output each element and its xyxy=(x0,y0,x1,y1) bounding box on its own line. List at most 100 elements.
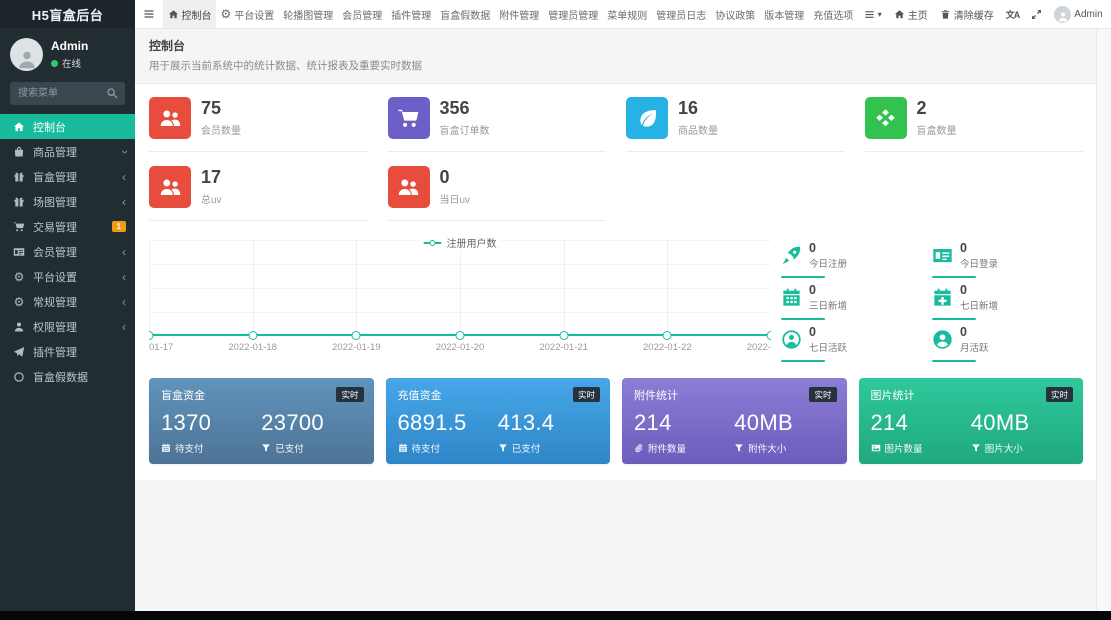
sidebar-item-blindbox[interactable]: 盲盒管理 ‹ xyxy=(0,164,135,189)
sidebar: H5盲盒后台 Admin 在线 控制台 商品管理 ‹ 盲盒管 xyxy=(0,0,135,620)
user-panel: Admin 在线 xyxy=(0,28,135,79)
mini-stats: 0今日注册 0今日登录 0三日新增 xyxy=(771,235,1083,362)
sidebar-item-label: 场图管理 xyxy=(33,194,77,210)
sidebar-item-label: 平台设置 xyxy=(33,269,77,285)
sidebar-item-trade[interactable]: 交易管理 1 xyxy=(0,214,135,239)
sidebar-item-permissions[interactable]: 权限管理 ‹ xyxy=(0,314,135,339)
list-icon xyxy=(864,9,875,20)
admin-app: H5盲盒后台 Admin 在线 控制台 商品管理 ‹ 盲盒管 xyxy=(0,0,1111,620)
chart-legend-item[interactable]: 注册用户数 xyxy=(420,235,501,250)
cart-icon xyxy=(12,221,26,233)
menu-search xyxy=(10,82,125,105)
user-name: Admin xyxy=(51,39,88,55)
sidebar-item-plugins[interactable]: 插件管理 xyxy=(0,339,135,364)
tab-plugins[interactable]: 插件管理 xyxy=(387,0,436,28)
sidebar-item-general[interactable]: ⚙ 常规管理 ‹ xyxy=(0,289,135,314)
chevron-left-icon: ‹ xyxy=(122,271,126,283)
stat-value: 0 xyxy=(440,168,471,188)
online-dot-icon xyxy=(51,60,58,67)
sidebar-item-dashboard[interactable]: 控制台 xyxy=(0,114,135,139)
fund-card-images: 图片统计 实时 214 图片数量 40MB 图片大小 xyxy=(859,378,1084,464)
fund-value: 23700 xyxy=(261,410,361,435)
id-card-icon xyxy=(12,246,26,258)
tab-agreements[interactable]: 协议政策 xyxy=(711,0,760,28)
fund-value: 214 xyxy=(871,410,971,435)
funnel-icon xyxy=(498,443,508,453)
tab-attachments[interactable]: 附件管理 xyxy=(495,0,544,28)
menu-icon xyxy=(143,8,155,20)
fund-value: 40MB xyxy=(734,410,834,435)
line-marker-icon xyxy=(424,242,442,244)
mini-stat-3day-new: 0三日新增 xyxy=(781,281,932,320)
tab-versions[interactable]: 版本管理 xyxy=(760,0,809,28)
stats-row-1: 75会员数量 356盲盒订单数 16商品数量 2盲盒数量 xyxy=(149,97,1083,152)
tab-admin-logs[interactable]: 管理员日志 xyxy=(652,0,711,28)
page-subtitle: 用于展示当前系统中的统计数据、统计报表及重要实时数据 xyxy=(149,58,1083,73)
tab-admins[interactable]: 管理员管理 xyxy=(544,0,603,28)
stat-value: 17 xyxy=(201,168,222,188)
tabs-dropdown-button[interactable]: ▾ xyxy=(858,0,888,28)
stat-orders: 356盲盒订单数 xyxy=(388,97,607,152)
id-card-icon xyxy=(932,245,953,266)
bottom-bar xyxy=(0,611,1111,620)
search-icon xyxy=(106,87,118,99)
stat-value: 75 xyxy=(201,99,241,119)
page-header: 控制台 用于展示当前系统中的统计数据、统计报表及重要实时数据 xyxy=(135,29,1097,83)
home-button[interactable]: 主页 xyxy=(888,0,934,28)
sidebar-item-platform-settings[interactable]: ⚙ 平台设置 ‹ xyxy=(0,264,135,289)
chart-legend-label: 注册用户数 xyxy=(447,235,497,250)
navbar-controls: ▾ 主页 清除缓存 文A Admin ⚙ xyxy=(858,0,1111,28)
sidebar-item-goods[interactable]: 商品管理 ‹ xyxy=(0,139,135,164)
fullscreen-button[interactable] xyxy=(1025,0,1048,28)
trash-icon xyxy=(940,9,951,20)
tab-carousel[interactable]: 轮播图管理 xyxy=(279,0,338,28)
box-icon xyxy=(865,97,907,139)
mini-stat-underline xyxy=(781,276,825,278)
fund-card-blindbox: 盲盒资金 实时 1370 待支付 23700 已支付 xyxy=(149,378,374,464)
fund-label: 已支付 xyxy=(275,441,304,455)
fund-label: 附件大小 xyxy=(748,441,786,455)
user-status: 在线 xyxy=(62,56,81,70)
translate-icon: 文A xyxy=(1006,8,1020,21)
gear-icon: ⚙ xyxy=(12,296,26,308)
fullscreen-icon xyxy=(1031,9,1042,20)
realtime-badge: 实时 xyxy=(336,387,363,402)
home-icon xyxy=(168,9,179,20)
sidebar-item-scene[interactable]: 场图管理 ‹ xyxy=(0,189,135,214)
navbar-username: Admin xyxy=(1074,9,1102,20)
tab-fakedata[interactable]: 盲盒假数据 xyxy=(436,0,495,28)
user-menu[interactable]: Admin xyxy=(1048,0,1108,28)
stat-total-uv: 17总uv xyxy=(149,166,368,221)
main-area: 控制台 ⚙平台设置 轮播图管理 会员管理 插件管理 盲盒假数据 附件管理 管理员… xyxy=(135,0,1111,620)
circle-icon xyxy=(12,371,26,383)
scrollbar[interactable] xyxy=(1096,29,1111,611)
chart-section: 注册用户数 2022-01-172022-01-182022-01-192022… xyxy=(149,235,1083,362)
gear-icon: ⚙ xyxy=(221,8,232,20)
fund-label: 待支付 xyxy=(412,441,441,455)
clear-cache-button[interactable]: 清除缓存 xyxy=(934,0,1000,28)
avatar xyxy=(10,38,43,71)
tab-recharge-options[interactable]: 充值选项 xyxy=(809,0,858,28)
fund-cards: 盲盒资金 实时 1370 待支付 23700 已支付 充值资金 实时 xyxy=(149,378,1083,464)
chevron-left-icon: ‹ xyxy=(122,246,126,258)
hamburger-button[interactable] xyxy=(135,0,163,28)
sidebar-item-label: 控制台 xyxy=(33,119,66,135)
sidebar-menu: 控制台 商品管理 ‹ 盲盒管理 ‹ 场图管理 ‹ 交易管理 1 xyxy=(0,114,135,620)
fund-label: 已支付 xyxy=(512,441,541,455)
fund-card-title: 图片统计 xyxy=(871,387,1072,403)
tab-members[interactable]: 会员管理 xyxy=(338,0,387,28)
sidebar-item-fakedata[interactable]: 盲盒假数据 xyxy=(0,364,135,389)
app-logo[interactable]: H5盲盒后台 xyxy=(0,0,135,28)
fund-label: 图片大小 xyxy=(985,441,1023,455)
stat-value: 356 xyxy=(440,99,490,119)
fund-label: 待支付 xyxy=(175,441,204,455)
translate-button[interactable]: 文A xyxy=(1000,0,1026,28)
tab-menu-rules[interactable]: 菜单规则 xyxy=(603,0,652,28)
tab-platform-settings[interactable]: ⚙平台设置 xyxy=(216,0,279,28)
tab-dashboard[interactable]: 控制台 xyxy=(163,0,216,28)
stat-today-uv: 0当日uv xyxy=(388,166,607,221)
mini-stat-month-active: 0月活跃 xyxy=(932,323,1083,362)
stat-value: 2 xyxy=(917,99,957,119)
sidebar-item-members[interactable]: 会员管理 ‹ xyxy=(0,239,135,264)
mini-stat-underline xyxy=(932,360,976,362)
